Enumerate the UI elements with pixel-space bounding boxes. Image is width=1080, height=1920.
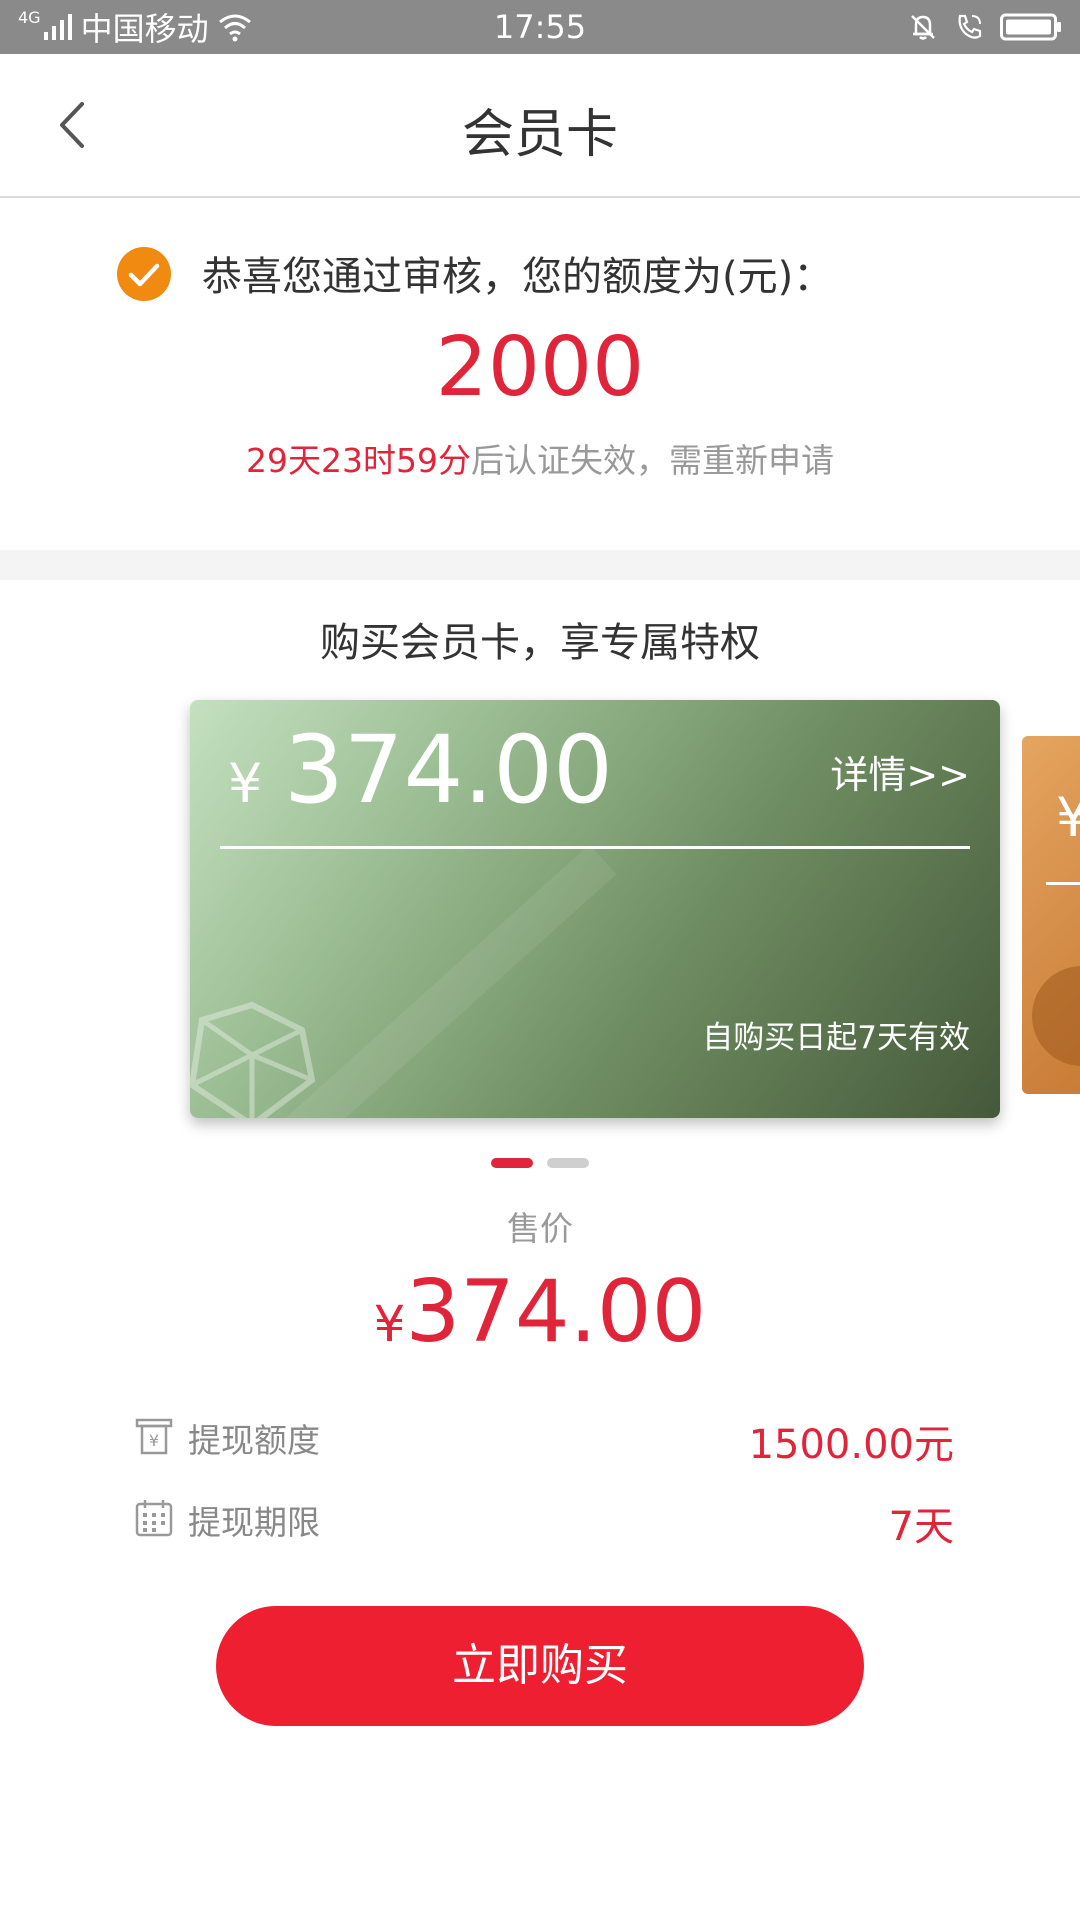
page-title: 会员卡 xyxy=(461,105,618,165)
status-right xyxy=(908,6,1062,48)
globe-icon xyxy=(1032,966,1080,1066)
calendar-icon xyxy=(135,1500,173,1537)
price-currency: ¥ xyxy=(373,1295,406,1353)
carousel-dot-active[interactable] xyxy=(491,1158,533,1168)
price-display: ¥374.00 xyxy=(0,1262,1080,1362)
carousel-dot[interactable] xyxy=(547,1158,589,1168)
countdown-timer: 29天23时59分 xyxy=(246,441,471,480)
card-validity: 自购买日起7天有效 xyxy=(702,1020,970,1056)
status-bar: 4G 中国移动 17:55 xyxy=(0,0,1080,54)
next-card-divider xyxy=(1046,882,1080,885)
card-amount: 374.00 xyxy=(284,716,613,825)
svg-text:¥: ¥ xyxy=(149,1431,159,1450)
membership-card[interactable]: ¥ 374.00 详情>> 自购买日起7天有效 xyxy=(190,700,1000,1118)
credit-amount: 2000 xyxy=(435,320,645,415)
withdraw-limit-icon: ¥ xyxy=(135,1418,173,1455)
battery-icon xyxy=(1000,13,1061,41)
countdown-text: 29天23时59分后认证失效，需重新申请 xyxy=(0,434,1080,482)
card-detail-link[interactable]: 详情>> xyxy=(830,744,970,799)
countdown-note: 后认证失效，需重新申请 xyxy=(470,441,834,480)
card-divider xyxy=(220,846,970,849)
withdraw-limit-label: 提现额度 xyxy=(188,1421,320,1460)
section-divider xyxy=(0,550,1080,580)
approval-section: 恭喜您通过审核，您的额度为(元)： 2000 29天23时59分后认证失效，需重… xyxy=(0,198,1080,548)
approval-message: 恭喜您通过审核，您的额度为(元)： xyxy=(202,254,834,300)
price-label: 售价 xyxy=(507,1209,573,1248)
nav-bar: 会员卡 xyxy=(0,54,1080,198)
buy-now-button[interactable]: 立即购买 xyxy=(216,1606,864,1726)
next-membership-card[interactable]: ¥ xyxy=(1022,736,1080,1094)
withdraw-term-value: 7天 xyxy=(888,1504,954,1550)
diamond-icon xyxy=(190,1001,316,1118)
call-icon xyxy=(958,14,982,39)
check-circle-icon xyxy=(117,247,171,301)
purchase-section-title: 购买会员卡，享专属特权 xyxy=(320,620,760,666)
card-currency: ¥ xyxy=(228,752,263,815)
bell-mute-icon xyxy=(911,15,935,40)
withdraw-limit-value: 1500.00元 xyxy=(748,1422,954,1468)
price-value: 374.00 xyxy=(405,1262,707,1362)
carousel-indicator xyxy=(0,1158,1080,1168)
withdraw-limit-row: ¥ 提现额度 1500.00元 xyxy=(134,1410,954,1468)
withdraw-term-label: 提现期限 xyxy=(188,1503,320,1542)
withdraw-term-row: 提现期限 7天 xyxy=(134,1492,954,1550)
next-card-currency: ¥ xyxy=(1056,786,1080,849)
